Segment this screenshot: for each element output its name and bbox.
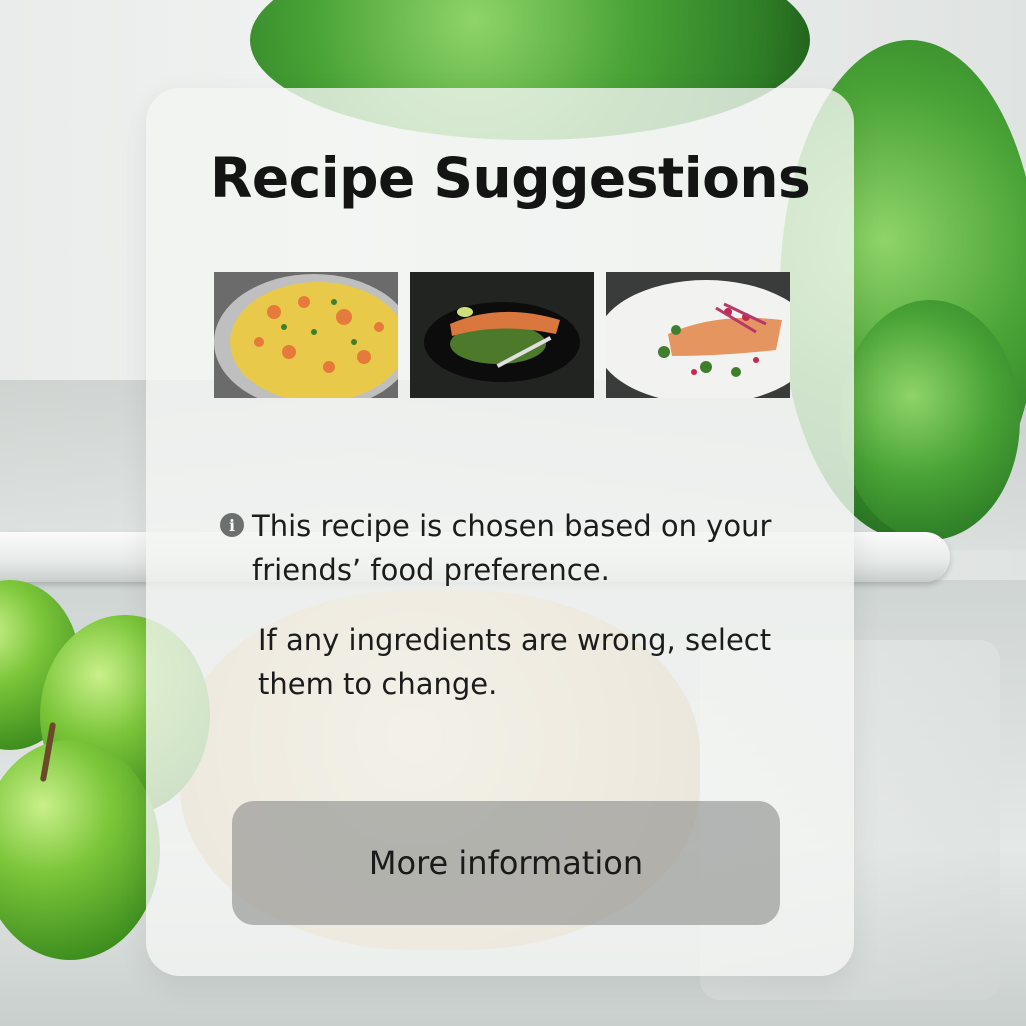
info-icon: i: [220, 513, 244, 537]
salmon-on-white-plate: [606, 272, 790, 398]
panel-title: Recipe Suggestions: [210, 146, 811, 210]
ingredient-change-hint: If any ingredients are wrong, select the…: [258, 623, 772, 701]
recipe-thumbnail-2[interactable]: [410, 272, 594, 398]
recommendation-info: i This recipe is chosen based on your fr…: [220, 504, 772, 592]
more-information-button[interactable]: More information: [232, 801, 780, 925]
scrambled-eggs-salmon-dish: [214, 272, 398, 398]
salmon-on-black-plate: [410, 272, 594, 398]
recipe-suggestions-panel: Recipe Suggestions i This recipe is chos…: [146, 88, 854, 976]
recommendation-reason-text: This recipe is chosen based on your frie…: [252, 509, 772, 587]
lettuce: [840, 300, 1020, 540]
recipe-thumbnails: [214, 272, 790, 398]
recipe-thumbnail-3[interactable]: [606, 272, 790, 398]
recipe-thumbnail-1[interactable]: [214, 272, 398, 398]
